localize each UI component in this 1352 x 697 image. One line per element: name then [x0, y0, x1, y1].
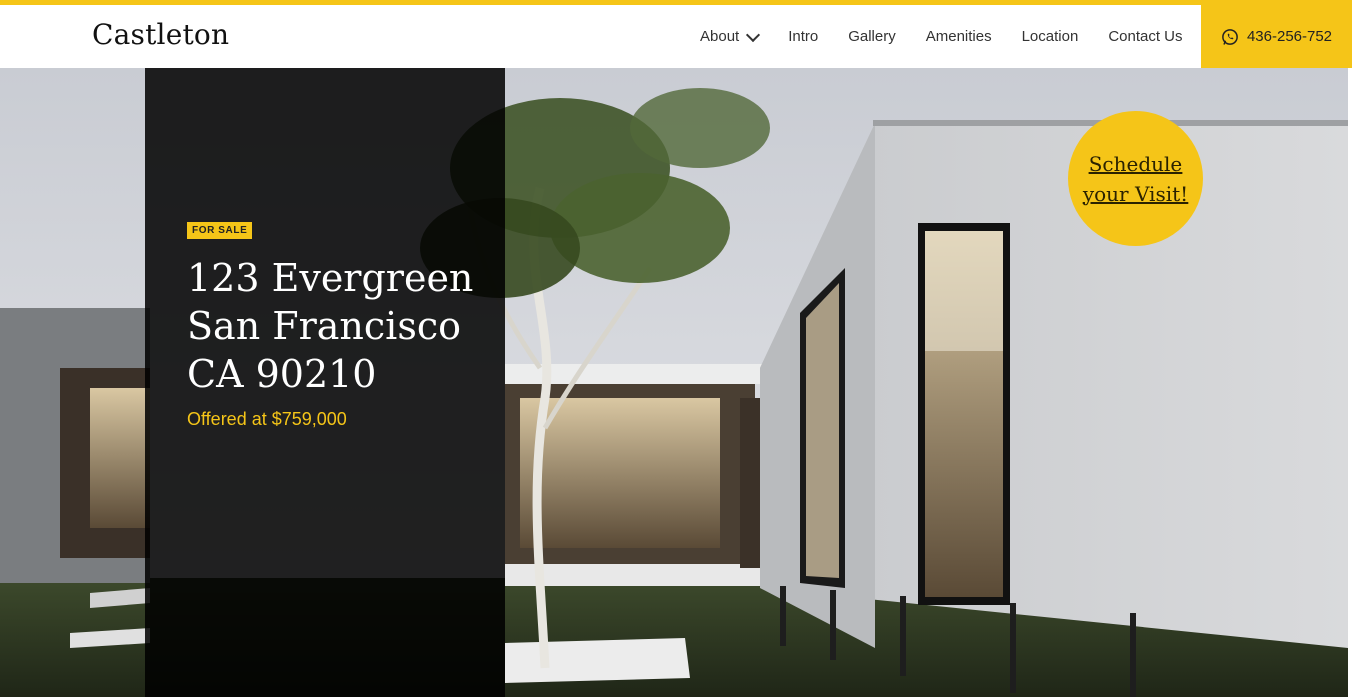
phone-number: 436-256-752	[1246, 28, 1333, 45]
schedule-visit-label: Schedule your Visit!	[1081, 149, 1191, 209]
site-header: Castleton About Intro Gallery Amenities …	[0, 5, 1352, 68]
nav-item-label: Contact Us	[1108, 28, 1183, 45]
chevron-down-icon	[746, 27, 761, 42]
schedule-line: Schedule	[1088, 151, 1183, 176]
main-nav: About Intro Gallery Amenities Location C…	[700, 5, 1183, 68]
nav-item-intro[interactable]: Intro	[788, 28, 818, 45]
nav-item-label: About	[700, 28, 740, 45]
address-line: 123 Evergreen	[187, 256, 474, 300]
phone-button[interactable]: 436-256-752	[1201, 5, 1352, 68]
whatsapp-icon	[1222, 28, 1238, 45]
listing-address: 123 Evergreen San Francisco CA 90210	[187, 254, 473, 398]
nav-item-label: Location	[1021, 28, 1079, 45]
nav-item-label: Gallery	[848, 28, 896, 45]
schedule-line: your Visit!	[1082, 181, 1189, 206]
for-sale-badge: FOR SALE	[187, 222, 253, 239]
nav-item-label: Amenities	[925, 28, 992, 45]
nav-item-contact[interactable]: Contact Us	[1108, 28, 1182, 45]
address-line: San Francisco	[187, 304, 461, 348]
page-edge	[1348, 68, 1352, 697]
logo[interactable]: Castleton	[92, 18, 229, 51]
nav-item-label: Intro	[788, 28, 819, 45]
address-line: CA 90210	[187, 352, 377, 396]
listing-price: Offered at $759,000	[187, 409, 347, 429]
schedule-visit-button[interactable]: Schedule your Visit!	[1068, 111, 1203, 246]
nav-item-gallery[interactable]: Gallery	[848, 28, 896, 45]
nav-item-about[interactable]: About	[700, 27, 761, 45]
nav-item-amenities[interactable]: Amenities	[926, 28, 992, 45]
nav-item-location[interactable]: Location	[1022, 28, 1079, 45]
